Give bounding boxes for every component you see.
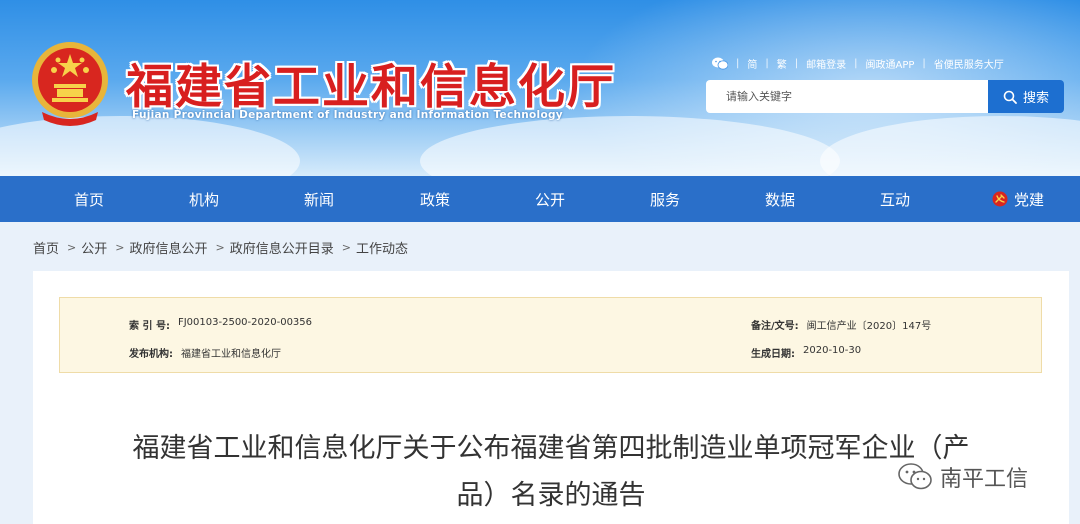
wechat-icon[interactable]: [712, 57, 728, 70]
divider: |: [736, 57, 740, 69]
breadcrumb-item-home[interactable]: 首页: [33, 238, 59, 257]
nav-label: 公开: [534, 190, 565, 209]
site-subtitle: Fujian Provincial Department of Industry…: [132, 109, 563, 121]
mail-login-link[interactable]: 邮箱登录: [806, 56, 846, 71]
top-links: | 简 | 繁 | 邮箱登录 | 闽政通APP | 省便民服务大厅: [712, 54, 1004, 72]
breadcrumb-item-work-news[interactable]: 工作动态: [356, 238, 408, 257]
service-hall-link[interactable]: 省便民服务大厅: [934, 56, 1004, 71]
meta-index: 索 引 号: FJ00103-2500-2020-00356: [129, 317, 312, 332]
national-emblem-icon: [32, 42, 108, 126]
breadcrumb-separator: >: [115, 240, 125, 254]
main-nav: 首页 机构 新闻 政策 公开 服务 数据 互动 党建: [0, 176, 1080, 222]
breadcrumb: 首页 > 公开 > 政府信息公开 > 政府信息公开目录 > 工作动态: [33, 237, 408, 257]
nav-item-organization[interactable]: 机构: [159, 176, 249, 222]
meta-publisher: 发布机构: 福建省工业和信息化厅: [129, 345, 281, 360]
search-box: [706, 80, 988, 113]
nav-item-data[interactable]: 数据: [735, 176, 825, 222]
breadcrumb-item-info-public[interactable]: 政府信息公开: [129, 238, 207, 257]
meta-publisher-value: 福建省工业和信息化厅: [181, 349, 281, 360]
app-link[interactable]: 闽政通APP: [866, 56, 915, 71]
nav-label: 首页: [73, 190, 104, 209]
nav-label: 互动: [879, 190, 910, 209]
nav-item-interaction[interactable]: 互动: [850, 176, 940, 222]
meta-docno: 备注/文号: 闽工信产业〔2020〕147号: [751, 317, 931, 332]
search-button-label: 搜索: [1022, 91, 1049, 106]
breadcrumb-separator: >: [67, 240, 77, 254]
nav-item-party[interactable]: 党建: [968, 176, 1068, 222]
divider: |: [922, 57, 926, 69]
breadcrumb-separator: >: [341, 240, 351, 254]
meta-docno-label: 备注/文号:: [751, 321, 799, 332]
meta-index-value: FJ00103-2500-2020-00356: [177, 317, 313, 328]
search-input[interactable]: [706, 80, 988, 113]
breadcrumb-item-public[interactable]: 公开: [81, 238, 107, 257]
party-emblem-icon: [992, 191, 1008, 207]
nav-item-public[interactable]: 公开: [505, 176, 595, 222]
breadcrumb-item-info-catalog[interactable]: 政府信息公开目录: [230, 238, 334, 257]
nav-item-news[interactable]: 新闻: [274, 176, 364, 222]
wechat-icon: [898, 463, 932, 490]
divider: |: [794, 57, 799, 69]
site-header: 福建省工业和信息化厅 Fujian Provincial Department …: [0, 0, 1080, 176]
search-icon: [1003, 90, 1017, 104]
nav-label: 党建: [1013, 190, 1044, 209]
simplified-chinese-link[interactable]: 简: [747, 56, 757, 71]
divider: |: [765, 57, 769, 69]
meta-date-label: 生成日期:: [751, 349, 795, 360]
nav-label: 服务: [649, 190, 680, 209]
nav-label: 政策: [419, 190, 450, 209]
document-meta-box: 索 引 号: FJ00103-2500-2020-00356 备注/文号: 闽工…: [59, 297, 1042, 373]
wechat-watermark: 南平工信: [898, 460, 1028, 494]
meta-publisher-label: 发布机构:: [129, 349, 173, 360]
nav-item-policy[interactable]: 政策: [390, 176, 480, 222]
site-title: 福建省工业和信息化厅: [126, 60, 616, 115]
traditional-chinese-link[interactable]: 繁: [777, 56, 787, 71]
meta-index-label: 索 引 号:: [129, 321, 170, 332]
meta-date: 生成日期: 2020-10-30: [751, 345, 861, 360]
watermark-text: 南平工信: [940, 467, 1029, 492]
nav-label: 数据: [764, 190, 795, 209]
nav-label: 机构: [188, 190, 219, 209]
nav-item-home[interactable]: 首页: [44, 176, 134, 222]
divider: |: [854, 57, 858, 69]
nav-label: 新闻: [303, 190, 334, 209]
meta-date-value: 2020-10-30: [803, 345, 862, 356]
breadcrumb-separator: >: [215, 240, 225, 254]
search-button[interactable]: 搜索: [988, 80, 1064, 113]
meta-docno-value: 闽工信产业〔2020〕147号: [806, 321, 932, 332]
nav-item-service[interactable]: 服务: [620, 176, 710, 222]
